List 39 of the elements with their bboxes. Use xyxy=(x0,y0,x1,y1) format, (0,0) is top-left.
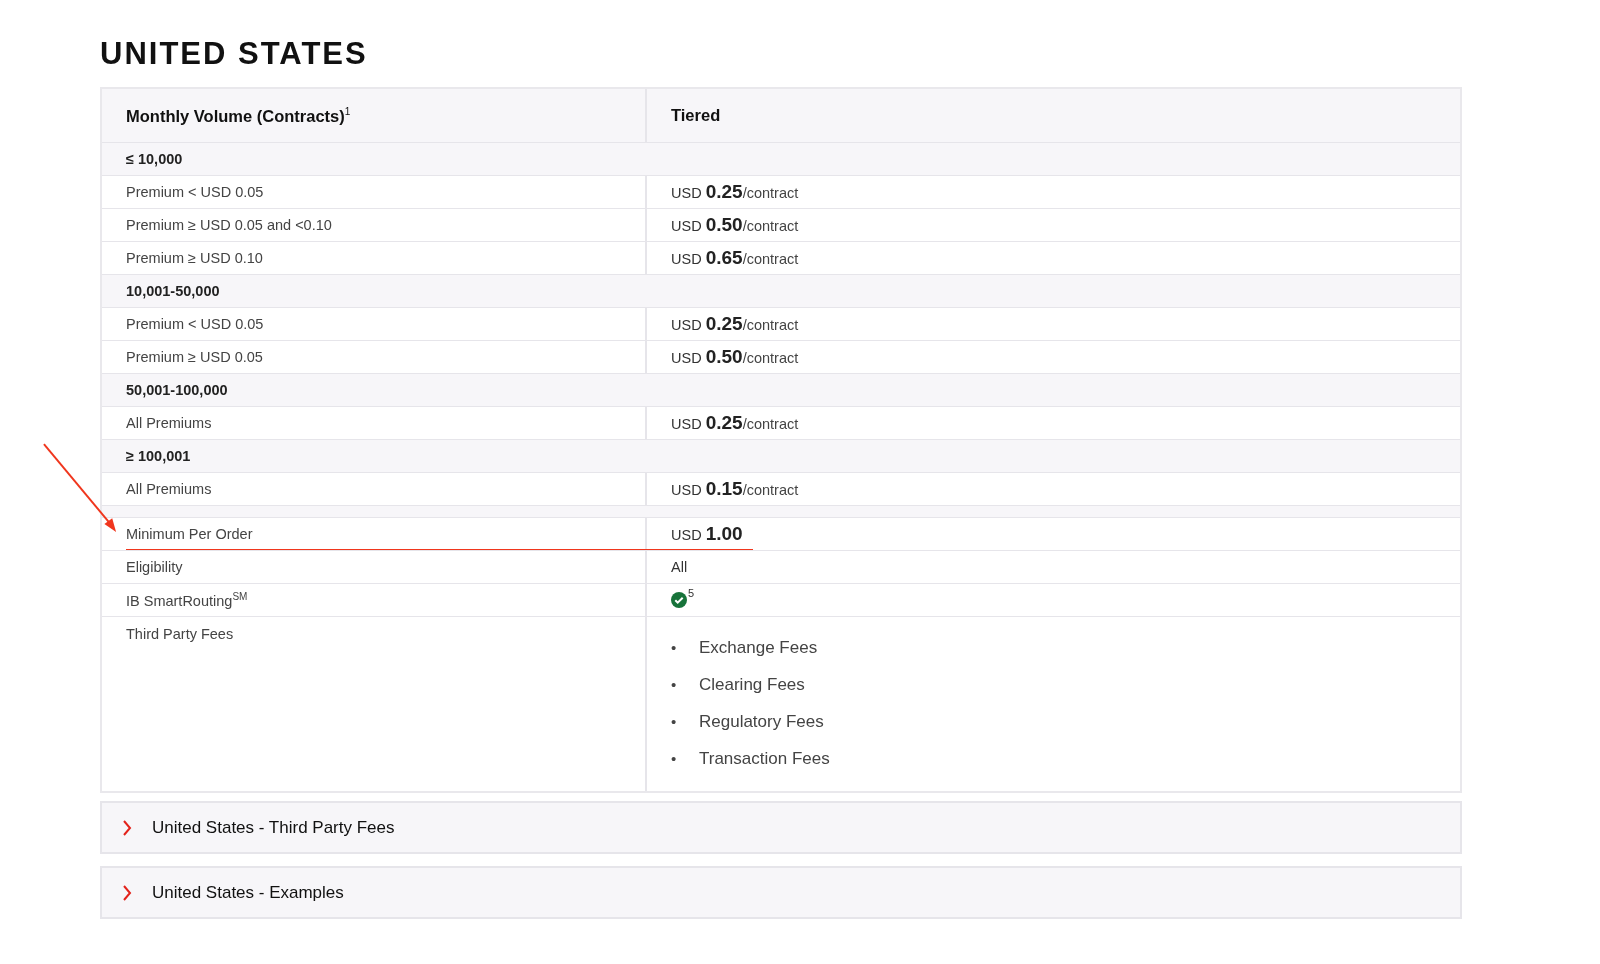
row-label: Minimum Per Order xyxy=(126,526,253,542)
row-value: All xyxy=(671,559,688,575)
row-label: Eligibility xyxy=(126,559,183,575)
fee-item: Regulatory Fees xyxy=(699,710,824,733)
row-label: All Premiums xyxy=(126,415,212,431)
price-value: USD 0.25/contract xyxy=(671,313,799,335)
accordion-header[interactable]: United States - Third Party Fees xyxy=(100,801,1462,854)
row-label: IB SmartRouting$^{SM}$ xyxy=(126,591,248,609)
price-value: USD 0.65/contract xyxy=(671,247,799,269)
page-heading: UNITED STATES xyxy=(100,36,369,72)
row-label: Premium ≥ USD 0.05 xyxy=(126,349,263,365)
list-bullet: • xyxy=(671,748,678,769)
price-value: USD 0.25/contract xyxy=(671,412,799,434)
column-header: Tiered xyxy=(671,106,721,125)
row-label: Premium ≥ USD 0.10 xyxy=(126,250,263,266)
price-value: USD 1.00 xyxy=(671,523,743,545)
fee-item: Clearing Fees xyxy=(699,673,805,696)
row-label: Third Party Fees xyxy=(126,626,234,642)
fee-item: Transaction Fees xyxy=(699,747,830,770)
group-label: ≥ 100,001 xyxy=(125,447,192,466)
price-value: USD 0.50/contract xyxy=(671,346,799,368)
group-label: 50,001-100,000 xyxy=(125,381,229,400)
list-bullet: • xyxy=(671,637,678,658)
row-label: All Premiums xyxy=(126,481,212,497)
row-label: Premium < USD 0.05 xyxy=(126,184,264,200)
row-label: Premium < USD 0.05 xyxy=(126,316,264,332)
price-value: USD 0.50/contract xyxy=(671,214,799,236)
column-header: Monthly Volume (Contracts)$^{1}$ xyxy=(126,105,351,126)
footnote-mark: 5 xyxy=(688,587,695,599)
accordion-header[interactable]: United States - Examples xyxy=(100,866,1462,919)
list-bullet: • xyxy=(671,711,678,732)
check-circle-icon xyxy=(671,592,687,608)
group-label: ≤ 10,000 xyxy=(125,150,184,169)
fee-item: Exchange Fees xyxy=(699,636,818,659)
group-label: 10,001-50,000 xyxy=(125,282,221,301)
price-value: USD 0.15/contract xyxy=(671,478,799,500)
price-value: USD 0.25/contract xyxy=(671,181,799,203)
list-bullet: • xyxy=(671,674,678,695)
row-label: Premium ≥ USD 0.05 and <0.10 xyxy=(126,217,332,233)
